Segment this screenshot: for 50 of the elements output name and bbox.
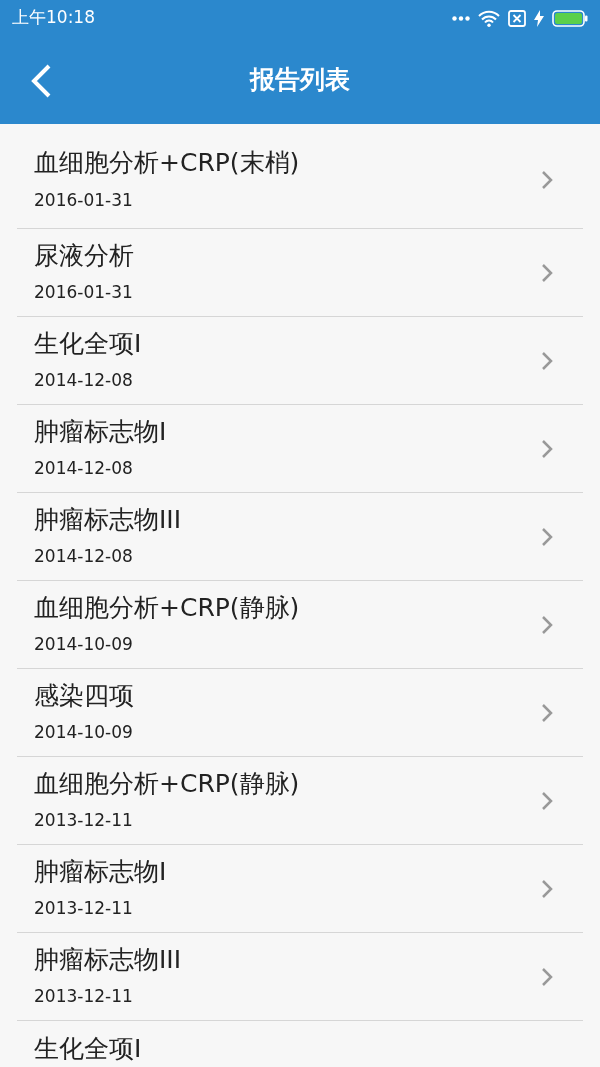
chevron-icon — [541, 350, 553, 371]
report-row[interactable]: 感染四项 2014-10-09 — [17, 669, 583, 757]
report-name: 生化全项I — [34, 327, 142, 360]
wifi-icon — [478, 9, 500, 27]
report-row[interactable]: 肿瘤标志物III 2014-12-08 — [17, 493, 583, 581]
chevron-icon — [541, 966, 553, 987]
chevron-icon — [541, 878, 553, 899]
report-name: 血细胞分析+CRP(静脉) — [34, 591, 300, 624]
report-date: 2013-12-11 — [34, 897, 134, 920]
chevron-icon — [541, 614, 553, 635]
no-sim-icon — [508, 9, 526, 27]
report-row[interactable]: 生化全项I 2014-12-08 — [17, 317, 583, 405]
chevron-icon — [541, 790, 553, 811]
report-date: 2016-01-31 — [34, 281, 134, 304]
report-row[interactable]: 血细胞分析+CRP(静脉) 2014-10-09 — [17, 581, 583, 669]
report-name: 血细胞分析+CRP(末梢) — [34, 147, 300, 179]
report-name: 尿液分析 — [34, 239, 134, 272]
report-name: 肿瘤标志物I — [34, 415, 167, 448]
report-name: 肿瘤标志物III — [34, 943, 182, 976]
more-icon — [452, 15, 470, 21]
report-date: 2013-12-11 — [34, 809, 134, 832]
chevron-icon — [541, 438, 553, 459]
report-row[interactable]: 肿瘤标志物I 2013-12-11 — [17, 845, 583, 933]
report-name: 生化全项I — [34, 1033, 142, 1065]
back-icon[interactable] — [30, 64, 52, 98]
report-name: 感染四项 — [34, 679, 134, 712]
page-title: 报告列表 — [250, 64, 350, 97]
report-row[interactable]: 肿瘤标志物III 2013-12-11 — [17, 933, 583, 1021]
report-row[interactable]: 血细胞分析+CRP(末梢) 2016-01-31 — [17, 124, 583, 229]
report-date: 2014-10-09 — [34, 633, 134, 656]
chevron-icon — [541, 262, 553, 283]
report-row[interactable]: 生化全项I — [17, 1021, 583, 1067]
report-row[interactable]: 肿瘤标志物I 2014-12-08 — [17, 405, 583, 493]
report-date: 2014-12-08 — [34, 457, 134, 480]
report-date: 2014-10-09 — [34, 721, 134, 744]
report-date: 2014-12-08 — [34, 369, 134, 392]
report-name: 血细胞分析+CRP(静脉) — [34, 767, 300, 800]
report-row[interactable]: 尿液分析 2016-01-31 — [17, 229, 583, 317]
report-name: 肿瘤标志物I — [34, 855, 167, 888]
report-date: 2016-01-31 — [34, 188, 134, 212]
chevron-icon — [541, 526, 553, 547]
report-name: 肿瘤标志物III — [34, 503, 182, 536]
report-date: 2013-12-11 — [34, 985, 134, 1008]
chevron-icon — [541, 702, 553, 723]
charging-icon — [534, 9, 544, 27]
report-date: 2014-12-08 — [34, 545, 134, 568]
battery-icon — [552, 9, 588, 27]
status-time: 上午10:18 — [12, 6, 95, 30]
report-row[interactable]: 血细胞分析+CRP(静脉) 2013-12-11 — [17, 757, 583, 845]
chevron-icon — [541, 170, 553, 190]
